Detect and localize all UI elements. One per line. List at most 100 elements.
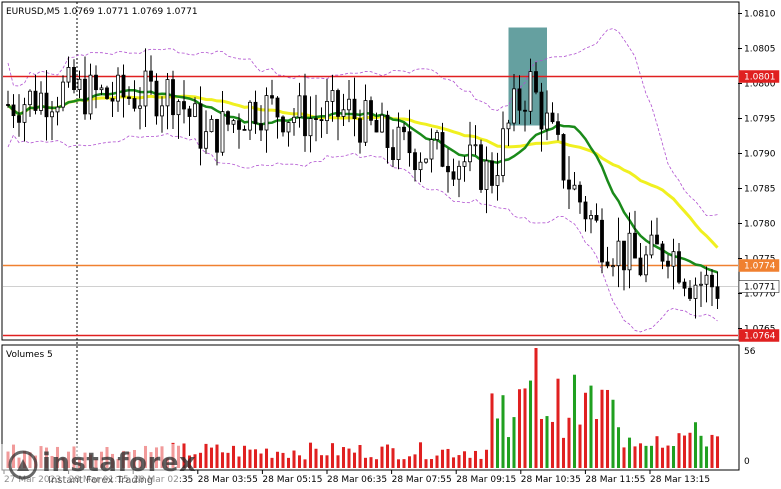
price-tick-label: 1.0785 [744,185,776,195]
volume-bar [655,436,659,468]
volume-bar [578,424,582,468]
volume-bar [528,380,533,468]
volume-bar [132,450,137,468]
volume-bar [182,443,186,468]
volume-bar [605,389,610,468]
volume-bar [28,452,32,468]
volume-bar [440,449,445,468]
volume-bar [638,443,643,468]
volume-bar [490,393,494,468]
volume-bar [94,459,98,468]
volume-bar [644,445,648,468]
volume-bar [77,458,82,468]
volume-bar [462,451,467,468]
time-tick-label: 28 Mar 13:15 [650,475,710,485]
price-chart: 1.08101.08051.08001.07951.07901.07851.07… [0,0,781,489]
volume-bar [72,446,76,468]
volume-bar [429,459,434,468]
chart-title: EURUSD,M5 1.0769 1.0771 1.0769 1.0771 [6,7,198,17]
price-tick-label: 1.0810 [744,10,776,20]
volume-bar [699,435,703,468]
volume-tick-label: 0 [744,457,750,467]
volume-bar [297,455,302,468]
volume-bar [517,389,522,468]
candle [105,85,109,100]
volume-bar [693,422,698,468]
level-price-tag: 1.0771 [738,280,780,293]
volume-bar [11,444,16,468]
volume-bar [303,459,307,468]
volume-bar [567,417,571,468]
volume-bar [479,458,483,468]
volume-bar [83,452,87,468]
volume-bar [171,442,175,468]
volume-bar [616,427,621,468]
time-tick-label: 28 Mar 05:15 [262,475,322,485]
volume-bar [545,416,549,468]
volume-bar [446,448,450,468]
time-tick-label: 28 Mar 10:35 [521,475,581,485]
volume-bar [600,389,604,468]
volume-bar [275,451,280,468]
volume-bar [594,419,599,468]
volume-bar [380,446,384,468]
volume-bar [418,442,423,468]
time-tick-label: 28 Mar 06:35 [327,475,387,485]
volume-bar [435,455,439,468]
svg-text:1.0771: 1.0771 [744,283,776,293]
volume-bar [138,459,142,468]
volume-bar [363,457,368,468]
volume-bar [358,445,362,468]
volume-bar [627,437,632,468]
volume-bar [468,457,472,468]
volume-bar [391,448,395,468]
volume-bar [407,456,412,468]
level-price-tag: 1.0764 [738,329,780,342]
volume-bar [633,446,637,468]
volume-bar [704,446,709,468]
volume-bar [22,450,27,468]
volume-bar [660,447,665,468]
volume-bar [424,459,428,468]
price-tick-label: 1.0790 [744,150,776,160]
volume-bar [270,457,274,468]
volume-bar [248,449,252,468]
volume-bar [352,452,357,468]
volume-bar [286,457,291,468]
time-tick-label: 28 Mar 09:15 [456,475,516,485]
volume-bar [204,443,208,468]
volume-bar [231,445,236,468]
volume-bar [105,447,109,468]
volume-bar [688,432,692,468]
volume-bar [193,454,197,468]
level-price-tag: 1.0774 [738,259,780,272]
volume-bar [671,446,676,468]
volume-bar [512,417,516,468]
volume-bar [110,453,115,468]
price-tick-label: 1.0795 [744,115,776,125]
volume-bar [649,445,654,468]
svg-text:1.0764: 1.0764 [744,332,776,342]
volume-bar [396,459,401,468]
volume-bar [347,448,351,468]
volume-bar [215,444,219,468]
time-tick-label: 27 Mar 2023 [4,475,61,485]
time-tick-label: 28 Mar 07:55 [392,475,452,485]
volume-bar [710,434,714,468]
volume-bar [715,436,720,468]
volume-bar [473,450,478,468]
volume-bar [55,446,60,468]
volume-bar [550,421,555,468]
volume-bar [495,418,500,468]
volume-bar [319,455,324,468]
volume-bar [66,451,71,468]
volume-bar [572,374,577,468]
svg-text:1.0801: 1.0801 [744,73,776,83]
volume-bar [61,457,65,468]
volume-bar [264,448,269,468]
volume-bar [385,444,390,468]
volume-bar [116,458,120,468]
volume-bar [281,452,285,468]
volume-bar [209,447,214,468]
volume-bar [226,452,230,468]
